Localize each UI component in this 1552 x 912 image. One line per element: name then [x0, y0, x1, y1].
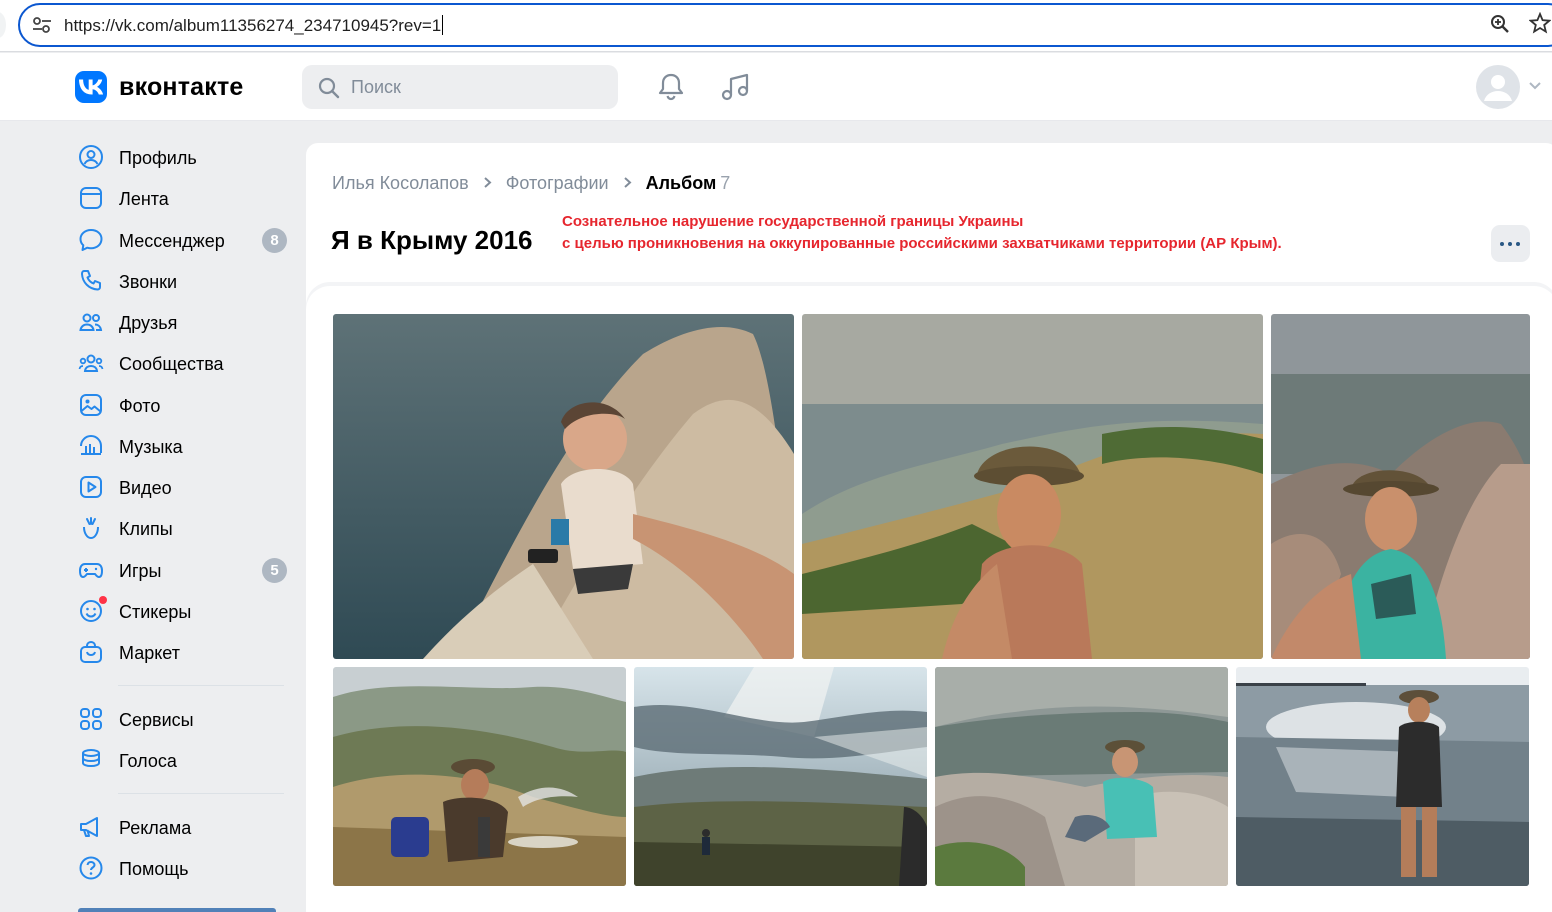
photo-rocks-selfie[interactable]	[1271, 314, 1530, 659]
photo-sitting-rocks[interactable]	[935, 667, 1228, 886]
photo-cliff-selfie[interactable]	[333, 314, 794, 659]
sidebar-item-messenger[interactable]: Мессенджер 8	[78, 221, 293, 257]
search-placeholder: Поиск	[351, 77, 401, 97]
sidebar-item-label: Игры	[119, 561, 162, 581]
profile-icon	[79, 145, 103, 169]
sidebar-item-profile[interactable]: Профиль	[78, 138, 293, 174]
chevron-right-icon	[623, 173, 632, 194]
more-dot-icon	[1508, 242, 1512, 246]
services-icon	[80, 708, 102, 730]
browser-address-bar: https://vk.com/album11356274_234710945?r…	[0, 0, 1552, 52]
sidebar-item-friends[interactable]: Друзья	[78, 303, 293, 339]
more-options-button[interactable]	[1491, 225, 1530, 262]
photo-hat-coast-selfie[interactable]	[802, 314, 1263, 659]
photo-icon	[80, 394, 102, 416]
sidebar-item-label: Голоса	[119, 751, 177, 771]
sidebar-item-video[interactable]: Видео	[78, 468, 293, 504]
sidebar-divider	[118, 793, 284, 794]
votes-icon	[82, 749, 100, 768]
sidebar-item-label: Лента	[119, 189, 169, 209]
site-settings-icon[interactable]	[32, 16, 52, 34]
url-text: https://vk.com/album11356274_234710945?r…	[64, 15, 444, 35]
photo-hookah-hills[interactable]	[333, 667, 626, 886]
sidebar-item-label: Стикеры	[119, 602, 192, 622]
bookmark-star-icon[interactable]	[1529, 12, 1551, 34]
notifications-bell-icon[interactable]	[656, 72, 686, 102]
search-icon	[318, 77, 340, 99]
sidebar-item-label: Профиль	[119, 148, 197, 168]
chevron-right-icon	[483, 173, 492, 194]
photo-count: 7	[720, 173, 731, 193]
phone-icon	[81, 270, 101, 291]
sidebar-item-label: Видео	[119, 478, 172, 498]
zoom-icon[interactable]	[1490, 14, 1510, 34]
clips-icon	[83, 517, 99, 540]
photo-gallery	[306, 286, 1552, 912]
vk-logo-icon[interactable]	[75, 71, 107, 103]
friends-icon	[79, 313, 103, 331]
sidebar-item-label: Музыка	[119, 437, 183, 457]
sidebar-item-ads[interactable]: Реклама	[78, 808, 293, 844]
feed-icon	[80, 187, 102, 209]
sidebar-item-clips[interactable]: Клипы	[78, 509, 293, 545]
photo-sea-sunset[interactable]	[1236, 667, 1529, 886]
vk-wordmark[interactable]: вконтакте	[119, 73, 244, 102]
games-count-badge: 5	[262, 558, 287, 583]
sidebar-item-help[interactable]: Помощь	[78, 849, 293, 885]
sidebar-item-label: Сервисы	[119, 710, 194, 730]
album-title: Я в Крыму 2016	[331, 225, 533, 255]
video-icon	[80, 476, 102, 498]
sidebar-item-stickers[interactable]: Стикеры	[78, 592, 293, 628]
url-field[interactable]: https://vk.com/album11356274_234710945?r…	[18, 3, 1552, 47]
messenger-icon	[79, 229, 103, 251]
user-avatar[interactable]	[1476, 65, 1520, 109]
sidebar-item-music[interactable]: Музыка	[78, 427, 293, 463]
more-dot-icon	[1500, 242, 1504, 246]
sidebar-item-communities[interactable]: Сообщества	[78, 344, 293, 380]
new-stickers-dot	[99, 596, 107, 604]
breadcrumb-photos-link[interactable]: Фотографии	[506, 173, 609, 193]
music-player-icon[interactable]	[720, 71, 752, 103]
sidebar-item-label: Мессенджер	[119, 231, 225, 251]
sidebar-item-feed[interactable]: Лента	[78, 179, 293, 215]
market-icon	[80, 640, 102, 663]
more-dot-icon	[1516, 242, 1520, 246]
sidebar-bottom-button[interactable]	[78, 908, 276, 912]
music-icon	[80, 434, 102, 455]
ads-icon	[80, 817, 98, 837]
communities-icon	[78, 354, 104, 372]
album-description: Сознательное нарушение государственной г…	[562, 211, 1282, 255]
sidebar-item-label: Сообщества	[119, 354, 224, 374]
sidebar-item-market[interactable]: Маркет	[78, 633, 293, 669]
sidebar-item-label: Клипы	[119, 519, 173, 539]
sidebar-item-calls[interactable]: Звонки	[78, 262, 293, 298]
sidebar-item-label: Маркет	[119, 643, 180, 663]
album-description-line: Сознательное нарушение государственной г…	[562, 213, 1024, 230]
vk-header: вконтакте Поиск	[0, 53, 1552, 121]
album-card: Илья Косолапов Фотографии Альбом 7 Я в Крым…	[306, 143, 1552, 912]
help-icon	[79, 856, 103, 880]
breadcrumb: Илья Косолапов Фотографии Альбом 7	[332, 173, 730, 194]
sidebar-item-label: Фото	[119, 396, 161, 416]
sidebar-item-photo[interactable]: Фото	[78, 386, 293, 422]
sidebar-divider	[118, 685, 284, 686]
sidebar-item-services[interactable]: Сервисы	[78, 700, 293, 736]
sidebar-item-votes[interactable]: Голоса	[78, 741, 293, 777]
sidebar-item-games[interactable]: Игры 5	[78, 551, 293, 587]
games-icon	[79, 563, 103, 578]
sidebar-item-label: Друзья	[119, 313, 178, 333]
search-input[interactable]: Поиск	[302, 65, 618, 109]
unread-count-badge: 8	[262, 228, 287, 253]
sidebar-item-label: Звонки	[119, 272, 178, 292]
breadcrumb-owner-link[interactable]: Илья Косолапов	[332, 173, 469, 193]
photo-sunbeams-valley[interactable]	[634, 667, 927, 886]
sidebar-item-label: Реклама	[119, 818, 192, 838]
breadcrumb-current: Альбом	[645, 173, 717, 193]
chevron-down-icon[interactable]	[1528, 81, 1542, 91]
album-description-line: с целью проникновения на оккупированные …	[562, 235, 1282, 252]
sidebar-item-label: Помощь	[119, 859, 189, 879]
browser-back-edge[interactable]	[0, 12, 6, 38]
